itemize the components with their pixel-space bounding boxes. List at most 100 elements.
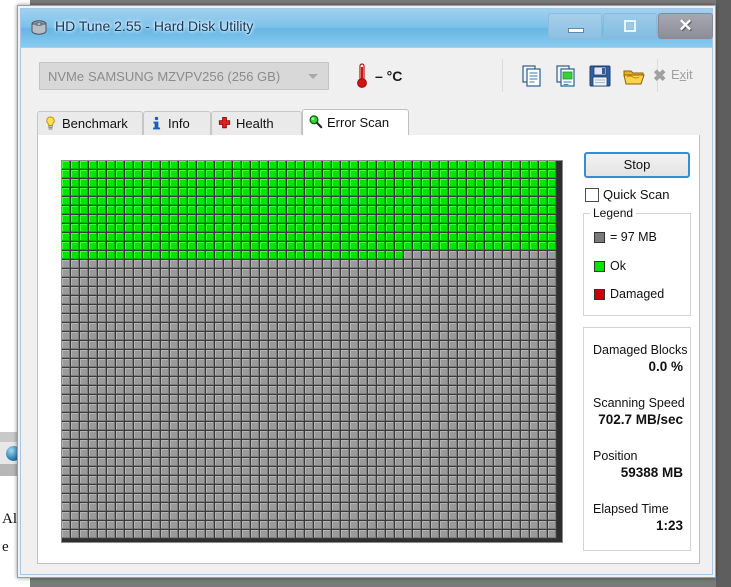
- block-cell: [332, 377, 341, 386]
- tab-benchmark[interactable]: Benchmark: [37, 111, 143, 135]
- block-cell: [314, 395, 323, 404]
- block-map[interactable]: [61, 160, 563, 543]
- block-cell: [539, 251, 548, 260]
- block-cell: [305, 305, 314, 314]
- stop-button[interactable]: Stop: [584, 152, 690, 178]
- block-cell: [377, 404, 386, 413]
- block-cell: [215, 161, 224, 170]
- block-cell: [368, 341, 377, 350]
- block-cell: [206, 278, 215, 287]
- block-cell: [404, 440, 413, 449]
- maximize-button[interactable]: [603, 13, 657, 39]
- block-cell: [224, 485, 233, 494]
- block-cell: [233, 197, 242, 206]
- block-cell: [314, 224, 323, 233]
- block-cell: [296, 188, 305, 197]
- block-cell: [395, 485, 404, 494]
- block-cell: [350, 476, 359, 485]
- block-cell: [485, 251, 494, 260]
- block-cell: [476, 269, 485, 278]
- drive-select[interactable]: NVMe SAMSUNG MZVPV256 (256 GB): [39, 62, 329, 90]
- block-cell: [206, 503, 215, 512]
- copy-screenshot-icon[interactable]: [554, 64, 578, 88]
- tab-health[interactable]: Health: [211, 111, 302, 135]
- block-cell: [332, 206, 341, 215]
- block-cell: [431, 296, 440, 305]
- block-cell: [287, 422, 296, 431]
- block-cell: [251, 260, 260, 269]
- block-cell: [476, 413, 485, 422]
- block-cell: [143, 413, 152, 422]
- block-cell: [341, 494, 350, 503]
- stat-label: Damaged Blocks: [593, 343, 688, 357]
- block-cell: [188, 233, 197, 242]
- block-cell: [296, 413, 305, 422]
- block-cell: [368, 179, 377, 188]
- block-cell: [503, 206, 512, 215]
- block-cell: [188, 359, 197, 368]
- tab-info[interactable]: Info: [143, 111, 211, 135]
- block-cell: [512, 476, 521, 485]
- block-cell: [350, 314, 359, 323]
- block-cell: [440, 278, 449, 287]
- exit-button[interactable]: ✖ Exit: [653, 67, 693, 85]
- block-cell: [404, 530, 413, 539]
- block-cell: [332, 422, 341, 431]
- block-cell: [134, 224, 143, 233]
- block-cell: [143, 224, 152, 233]
- quick-scan-checkbox[interactable]: [585, 188, 599, 202]
- block-cell: [332, 215, 341, 224]
- block-cell: [260, 476, 269, 485]
- block-cell: [206, 287, 215, 296]
- save-icon[interactable]: [588, 64, 612, 88]
- block-cell: [233, 242, 242, 251]
- block-cell: [503, 179, 512, 188]
- block-cell: [170, 404, 179, 413]
- quick-scan-checkbox-row[interactable]: Quick Scan: [585, 187, 691, 205]
- block-cell: [260, 305, 269, 314]
- block-cell: [539, 521, 548, 530]
- block-cell: [422, 341, 431, 350]
- block-cell: [224, 215, 233, 224]
- block-cell: [521, 332, 530, 341]
- tab-error-scan[interactable]: Error Scan: [302, 109, 409, 136]
- block-cell: [152, 413, 161, 422]
- block-cell: [278, 431, 287, 440]
- block-cell: [62, 413, 71, 422]
- block-cell: [242, 251, 251, 260]
- close-button[interactable]: ✕: [658, 13, 713, 39]
- block-cell: [503, 188, 512, 197]
- block-cell: [71, 278, 80, 287]
- block-cell: [143, 359, 152, 368]
- block-cell: [404, 197, 413, 206]
- block-cell: [296, 512, 305, 521]
- block-cell: [503, 368, 512, 377]
- block-cell: [377, 188, 386, 197]
- block-cell: [188, 251, 197, 260]
- folder-open-icon[interactable]: [622, 64, 646, 88]
- block-cell: [215, 170, 224, 179]
- block-cell: [476, 170, 485, 179]
- block-cell: [269, 278, 278, 287]
- copy-icon[interactable]: [520, 64, 544, 88]
- block-cell: [404, 215, 413, 224]
- block-cell: [287, 296, 296, 305]
- block-cell: [170, 332, 179, 341]
- block-cell: [251, 287, 260, 296]
- title-bar[interactable]: HD Tune 2.55 - Hard Disk Utility ✕: [21, 9, 713, 48]
- block-cell: [386, 215, 395, 224]
- minimize-button[interactable]: [548, 13, 602, 39]
- block-cell: [458, 377, 467, 386]
- block-cell: [278, 503, 287, 512]
- block-cell: [404, 395, 413, 404]
- block-cell: [152, 269, 161, 278]
- block-cell: [134, 458, 143, 467]
- block-cell: [197, 332, 206, 341]
- block-cell: [548, 296, 557, 305]
- block-cell: [305, 161, 314, 170]
- block-cell: [395, 413, 404, 422]
- block-cell: [350, 161, 359, 170]
- block-cell: [485, 512, 494, 521]
- block-cell: [467, 422, 476, 431]
- block-cell: [323, 332, 332, 341]
